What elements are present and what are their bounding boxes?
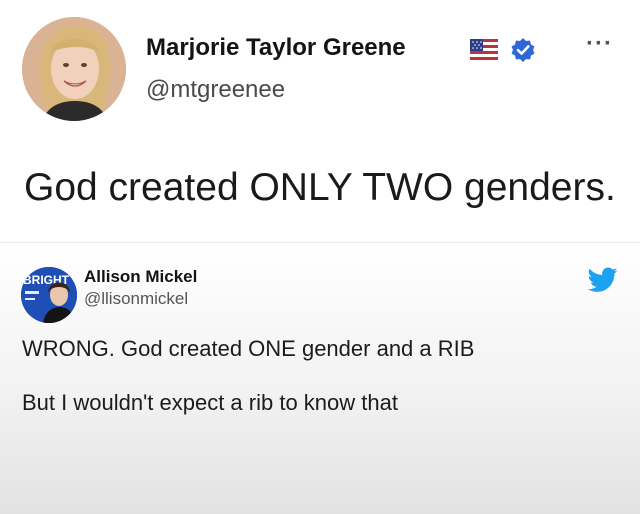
avatar-photo <box>22 17 126 121</box>
reply-author-handle[interactable]: @llisonmickel <box>84 289 188 309</box>
reply-author-name[interactable]: Allison Mickel <box>84 267 197 287</box>
main-author-avatar[interactable] <box>22 17 126 121</box>
main-tweet-text: God created ONLY TWO genders. <box>24 166 616 209</box>
main-author-name[interactable]: Marjorie Taylor Greene <box>146 34 406 62</box>
reply-tweet-text-line: But I wouldn't expect a rib to know that <box>22 390 398 415</box>
main-tweet: Marjorie Taylor Greene @mtgreenee ··· Go… <box>0 0 640 242</box>
main-author-handle[interactable]: @mtgreenee <box>146 76 285 104</box>
us-flag-icon <box>470 39 498 61</box>
more-options-icon[interactable]: ··· <box>586 30 613 58</box>
twitter-bird-icon[interactable] <box>588 267 618 293</box>
reply-tweet-text-line: WRONG. God created ONE gender and a RIB <box>22 336 475 361</box>
verified-badge-icon <box>511 38 535 62</box>
reply-tweet: BRIGHT Allison Mickel @llisonmickel WRON… <box>0 242 640 514</box>
reply-author-avatar[interactable]: BRIGHT <box>21 267 77 323</box>
avatar-photo: BRIGHT <box>21 267 77 323</box>
